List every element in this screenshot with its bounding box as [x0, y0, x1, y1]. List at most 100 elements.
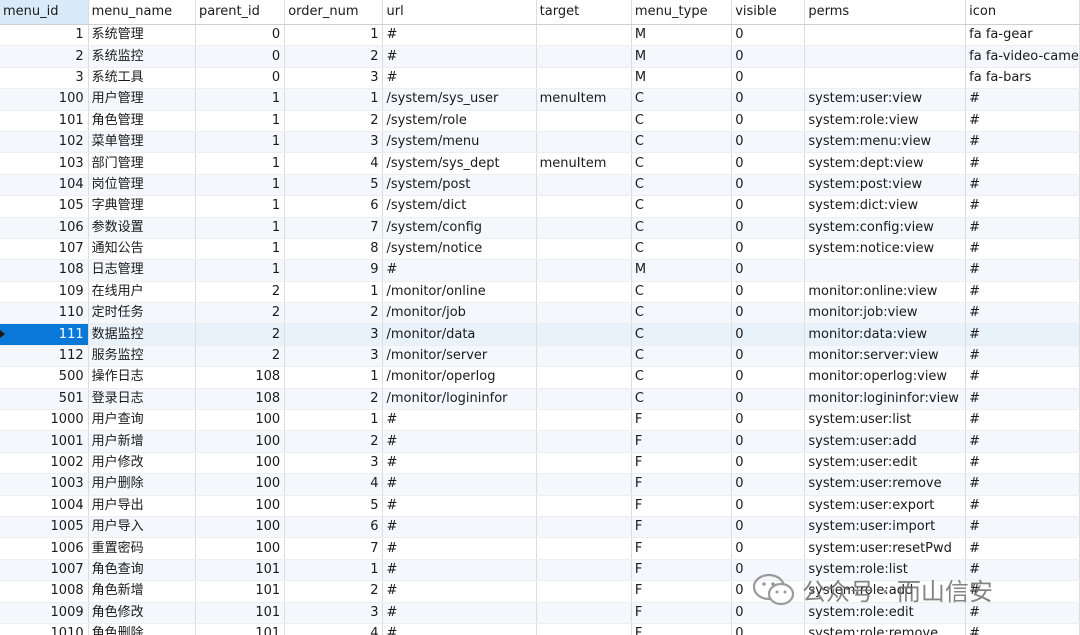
cell-parent-id[interactable]: 108 [195, 388, 286, 411]
cell-visible[interactable]: 0 [731, 495, 806, 517]
cell-menu-type[interactable]: C [631, 366, 733, 389]
cell-order-num[interactable]: 8 [284, 238, 384, 261]
table-row[interactable]: 103 部门管理 1 4/system/sys_dept menuItem C 0 syste… [0, 152, 1080, 175]
cell-menu-id[interactable]: 101 [0, 110, 89, 132]
cell-visible[interactable]: 0 [731, 88, 806, 111]
cell-order-num[interactable]: 3 [284, 452, 384, 475]
table-row[interactable]: 1002 用户修改 100 3 # F 0 system:user:edit # [0, 452, 1080, 475]
cell-parent-id[interactable]: 101 [195, 559, 286, 582]
cell-menu-name[interactable]: 用户修改 [88, 452, 196, 475]
cell-target[interactable] [536, 259, 632, 282]
table-row[interactable]: 107 通知公告 1 8/system/notice C 0 system:notice:v… [0, 238, 1080, 261]
cell-order-num[interactable]: 3 [284, 602, 384, 624]
cell-order-num[interactable]: 1 [284, 281, 384, 304]
cell-visible[interactable]: 0 [731, 195, 806, 218]
cell-menu-type[interactable]: C [631, 131, 733, 154]
column-header-visible[interactable]: visible [731, 0, 806, 25]
table-row[interactable]: 111 数据监控 2 3/monitor/data C 0 monitor:data:vie… [0, 323, 1080, 346]
cell-url[interactable]: # [382, 452, 537, 475]
column-header-menu-id[interactable]: menu_id [0, 0, 89, 25]
cell-menu-id[interactable]: 106 [0, 217, 89, 239]
cell-url[interactable]: # [382, 473, 537, 496]
cell-url[interactable]: # [382, 623, 537, 635]
cell-parent-id[interactable]: 0 [195, 45, 286, 68]
cell-order-num[interactable]: 4 [284, 623, 384, 635]
cell-menu-type[interactable]: C [631, 217, 733, 239]
cell-menu-name[interactable]: 系统监控 [88, 45, 196, 68]
cell-menu-name[interactable]: 参数设置 [88, 217, 196, 239]
cell-perms[interactable]: system:notice:view [804, 238, 967, 261]
cell-visible[interactable]: 0 [731, 323, 806, 346]
column-header-parent-id[interactable]: parent_id [195, 0, 286, 25]
cell-visible[interactable]: 0 [731, 302, 806, 325]
cell-order-num[interactable]: 2 [284, 388, 384, 411]
table-row[interactable]: 102 菜单管理 1 3/system/menu C 0 system:menu:view # [0, 131, 1080, 154]
cell-target[interactable] [536, 473, 632, 496]
cell-menu-name[interactable]: 用户删除 [88, 473, 196, 496]
cell-menu-name[interactable]: 角色查询 [88, 559, 196, 582]
cell-menu-type[interactable]: M [631, 45, 733, 68]
cell-menu-type[interactable]: F [631, 495, 733, 517]
cell-menu-type[interactable]: C [631, 88, 733, 111]
cell-url[interactable]: /system/config [382, 217, 537, 239]
table-row[interactable]: 3 系统工具 0 3 # M 0 fa fa-bars [0, 67, 1080, 90]
cell-order-num[interactable]: 7 [284, 537, 384, 560]
cell-icon[interactable]: # [965, 559, 1080, 582]
cell-perms[interactable]: monitor:data:view [804, 323, 967, 346]
cell-visible[interactable]: 0 [731, 131, 806, 154]
cell-perms[interactable]: system:user:remove [804, 473, 967, 496]
cell-menu-name[interactable]: 角色新增 [88, 580, 196, 603]
cell-menu-id[interactable]: 3 [0, 67, 89, 90]
cell-visible[interactable]: 0 [731, 152, 806, 175]
cell-order-num[interactable]: 7 [284, 217, 384, 239]
cell-perms[interactable] [804, 24, 967, 47]
table-row[interactable]: 105 字典管理 1 6/system/dict C 0 system:dict:view # [0, 195, 1080, 218]
cell-icon[interactable]: # [965, 473, 1080, 496]
cell-icon[interactable]: # [965, 281, 1080, 304]
cell-parent-id[interactable]: 1 [195, 88, 286, 111]
cell-target[interactable] [536, 195, 632, 218]
cell-icon[interactable]: # [965, 409, 1080, 432]
cell-target[interactable] [536, 24, 632, 47]
cell-menu-type[interactable]: M [631, 67, 733, 90]
cell-icon[interactable]: # [965, 152, 1080, 175]
cell-menu-name[interactable]: 角色修改 [88, 602, 196, 624]
column-header-perms[interactable]: perms [804, 0, 967, 25]
cell-menu-name[interactable]: 系统管理 [88, 24, 196, 47]
cell-target[interactable] [536, 131, 632, 154]
table-row[interactable]: 1001 用户新增 100 2 # F 0 system:user:add # [0, 430, 1080, 453]
cell-parent-id[interactable]: 1 [195, 217, 286, 239]
table-row[interactable]: 108 日志管理 1 9 # M 0 # [0, 259, 1080, 282]
table-row[interactable]: 1005 用户导入 100 6 # F 0 system:user:import # [0, 516, 1080, 539]
cell-menu-id[interactable]: 108 [0, 259, 89, 282]
cell-perms[interactable] [804, 259, 967, 282]
table-row[interactable]: 101 角色管理 1 2/system/role C 0 system:role:view # [0, 110, 1080, 132]
table-row[interactable]: 500 操作日志 108 1/monitor/operlog C 0 monitor:ope… [0, 366, 1080, 389]
cell-icon[interactable]: # [965, 623, 1080, 635]
cell-menu-name[interactable]: 重置密码 [88, 537, 196, 560]
cell-target[interactable] [536, 602, 632, 624]
cell-order-num[interactable]: 2 [284, 302, 384, 325]
cell-url[interactable]: /monitor/data [382, 323, 537, 346]
cell-icon[interactable]: # [965, 88, 1080, 111]
cell-parent-id[interactable]: 101 [195, 580, 286, 603]
cell-order-num[interactable]: 4 [284, 152, 384, 175]
cell-perms[interactable]: system:user:add [804, 430, 967, 453]
cell-parent-id[interactable]: 1 [195, 195, 286, 218]
cell-menu-name[interactable]: 用户新增 [88, 430, 196, 453]
cell-order-num[interactable]: 9 [284, 259, 384, 282]
cell-menu-name[interactable]: 岗位管理 [88, 174, 196, 197]
cell-order-num[interactable]: 6 [284, 516, 384, 539]
cell-target[interactable]: menuItem [536, 88, 632, 111]
cell-icon[interactable]: fa fa-video-came [965, 45, 1080, 68]
cell-icon[interactable]: # [965, 110, 1080, 132]
cell-parent-id[interactable]: 1 [195, 131, 286, 154]
cell-order-num[interactable]: 5 [284, 174, 384, 197]
cell-menu-type[interactable]: M [631, 24, 733, 47]
result-grid[interactable]: menu_id menu_name parent_id order_num url tar… [0, 0, 1080, 635]
cell-icon[interactable]: # [965, 131, 1080, 154]
cell-parent-id[interactable]: 100 [195, 409, 286, 432]
cell-order-num[interactable]: 2 [284, 580, 384, 603]
cell-menu-type[interactable]: F [631, 452, 733, 475]
cell-icon[interactable]: fa fa-gear [965, 24, 1080, 47]
